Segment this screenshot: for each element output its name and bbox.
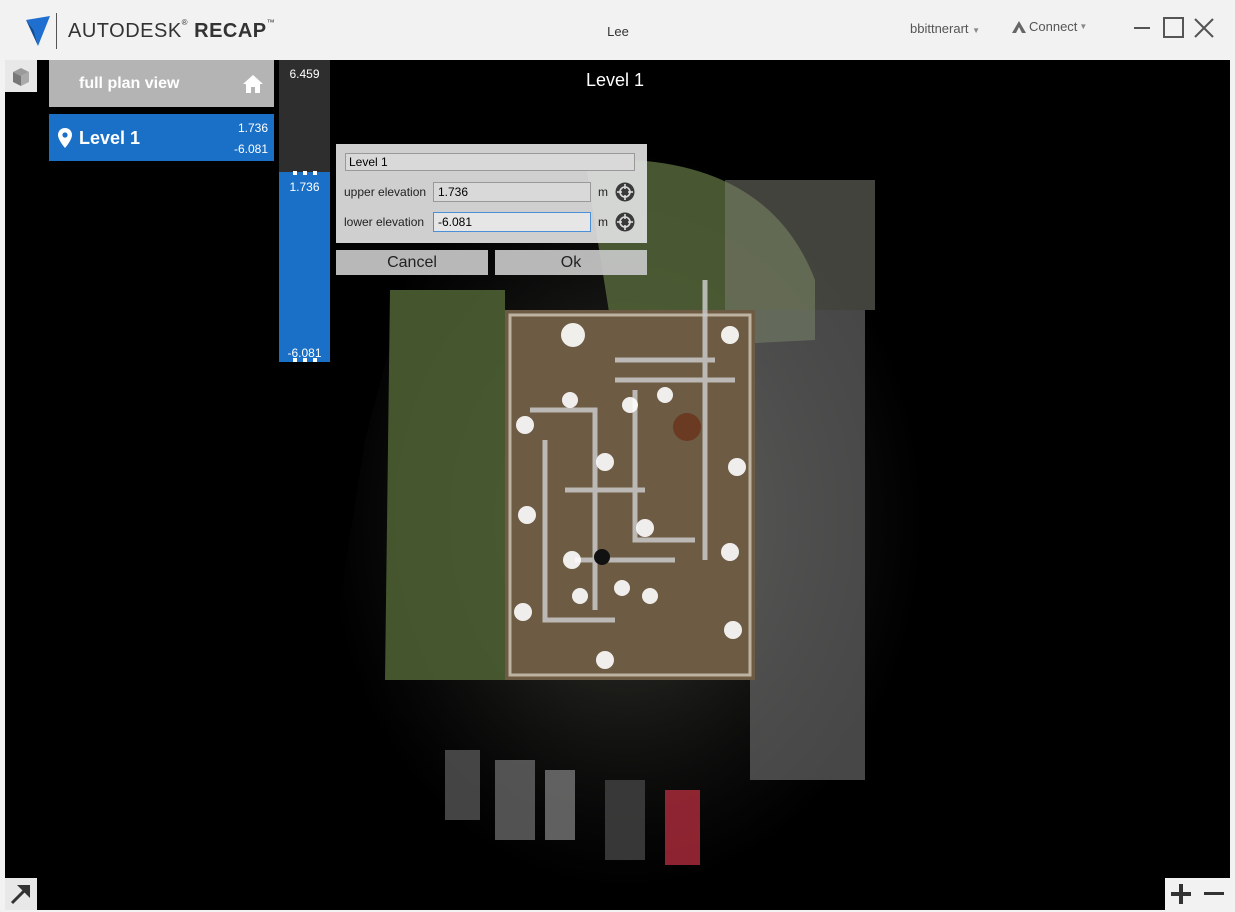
ok-button[interactable]: Ok xyxy=(495,250,647,275)
lower-elevation-label: lower elevation xyxy=(344,215,425,229)
expand-button[interactable] xyxy=(5,878,37,910)
level-name-input[interactable] xyxy=(345,153,635,171)
full-plan-view-label: full plan view xyxy=(79,75,180,92)
connect-label: Connect xyxy=(1029,19,1078,34)
title-bar: AUTODESK® RECAP™ Lee bbittnerart ▼ Conne… xyxy=(0,0,1235,60)
elevation-max: 6.459 xyxy=(289,67,320,81)
location-pin-icon xyxy=(58,128,72,148)
maximize-icon[interactable] xyxy=(1160,14,1188,42)
level-list-item[interactable]: Level 1 1.736 -6.081 xyxy=(49,114,274,161)
plus-icon[interactable] xyxy=(1169,882,1193,906)
user-name: bbittnerart xyxy=(910,21,969,36)
trademark: ™ xyxy=(266,18,276,27)
lower-elevation-unit: m xyxy=(598,215,608,229)
brand-prefix: AUTODESK xyxy=(68,20,182,42)
upper-elevation-handle[interactable] xyxy=(293,171,317,175)
view-title: Level 1 xyxy=(585,70,645,90)
expand-arrow-icon xyxy=(10,885,30,905)
level-lower-elevation: -6.081 xyxy=(233,142,268,156)
brand-separator xyxy=(56,13,57,49)
a360-icon xyxy=(1012,20,1026,33)
view-cube-icon xyxy=(13,68,29,86)
point-cloud-viewport[interactable]: Level 1 full plan view Level 1 1.736 -6.… xyxy=(5,60,1230,910)
user-menu[interactable]: bbittnerart ▼ xyxy=(910,21,980,36)
level-upper-elevation: 1.736 xyxy=(237,121,268,135)
minus-icon[interactable] xyxy=(1202,882,1226,906)
chevron-down-icon: ▼ xyxy=(972,26,981,35)
autodesk-logo-icon xyxy=(26,16,50,46)
cancel-button[interactable]: Cancel xyxy=(336,250,488,275)
minimize-icon[interactable] xyxy=(1128,14,1156,42)
upper-elevation-label: upper elevation xyxy=(344,185,427,199)
full-plan-view-button[interactable]: full plan view xyxy=(49,60,274,107)
chevron-down-icon: ▼ xyxy=(1079,22,1088,31)
home-icon[interactable] xyxy=(242,74,264,94)
project-name: Lee xyxy=(607,24,629,39)
crosshair-icon[interactable] xyxy=(614,211,636,233)
upper-elevation-input[interactable] xyxy=(433,182,591,202)
view-cube-button[interactable] xyxy=(5,60,37,92)
connect-menu[interactable]: Connect ▼ xyxy=(1011,19,1087,34)
brand-product: RECAP xyxy=(194,20,267,42)
brand-name: AUTODESK® RECAP™ xyxy=(68,18,276,43)
registered-mark: ® xyxy=(181,18,189,27)
elevation-range-upper: 1.736 xyxy=(289,180,320,194)
level-label: Level 1 xyxy=(79,128,141,148)
close-icon[interactable] xyxy=(1190,14,1218,42)
lower-elevation-handle[interactable] xyxy=(293,358,317,362)
upper-elevation-unit: m xyxy=(598,185,608,199)
crosshair-icon[interactable] xyxy=(614,181,636,203)
zoom-controls xyxy=(1165,878,1230,910)
elevation-range[interactable]: 1.736 -6.081 xyxy=(279,172,330,362)
lower-elevation-input[interactable] xyxy=(433,212,591,232)
level-edit-dialog: upper elevation m lower elevation m xyxy=(336,144,647,243)
